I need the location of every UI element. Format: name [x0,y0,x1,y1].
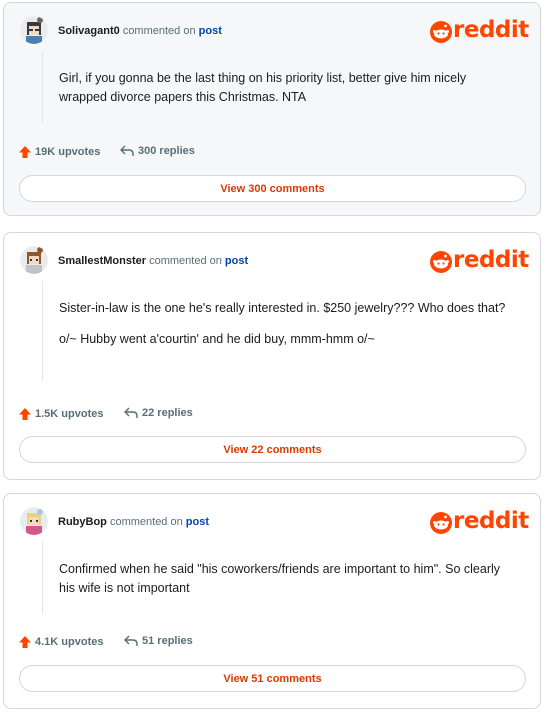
reddit-wordmark: reddit [453,17,529,43]
comment-text: o/~ Hubby went a'courtin' and he did buy… [59,332,375,346]
thread-line [42,281,43,381]
avatar[interactable] [20,507,48,535]
comment-actions: 19K upvotes 300 replies [18,145,258,161]
upvote-label: 19K upvotes [35,145,101,158]
post-link[interactable]: post [186,516,209,528]
post-link[interactable]: post [199,25,222,37]
reply-label: 300 replies [138,145,195,157]
reddit-wordmark: reddit [453,247,529,273]
upvote-count[interactable]: 4.1K upvotes [18,635,103,649]
upvote-arrow-icon [19,408,31,420]
reddit-logo[interactable]: reddit [430,17,529,45]
comment-header: RubyBop commented on post reddit [20,507,529,541]
username[interactable]: SmallestMonster [58,255,146,267]
comment-byline: RubyBop commented on post [58,516,209,529]
byline-verb: commented on [149,255,222,267]
byline-verb: commented on [122,25,196,37]
reply-label: 51 replies [142,635,193,647]
reddit-logo[interactable]: reddit [430,508,529,536]
upvote-arrow-icon [19,146,31,158]
reddit-snoo-icon [430,251,452,273]
comment-body: Girl, if you gonna be the last thing on … [59,69,512,119]
avatar[interactable] [20,246,48,274]
reply-arrow-icon [120,145,134,157]
upvote-arrow-icon [19,636,31,648]
view-comments-button[interactable]: View 51 comments [19,665,526,692]
comment-card: SmallestMonster commented on post reddit… [3,232,541,480]
comment-byline: Solivagant0 commented on post [58,25,222,38]
comment-actions: 4.1K upvotes 51 replies [18,635,258,651]
thread-line [42,51,43,123]
view-comments-button[interactable]: View 22 comments [19,436,526,463]
comment-byline: SmallestMonster commented on post [58,255,248,268]
reddit-snoo-icon [430,512,452,534]
reply-count[interactable]: 51 replies [124,635,193,647]
reddit-logo[interactable]: reddit [430,247,529,275]
byline-verb: commented on [109,516,183,528]
comment-text: Confirmed when he said "his coworkers/fr… [59,562,501,595]
username[interactable]: RubyBop [58,516,107,528]
comment-header: SmallestMonster commented on post reddit [20,246,529,280]
reply-count[interactable]: 300 replies [120,145,195,157]
upvote-count[interactable]: 1.5K upvotes [18,407,103,421]
reply-label: 22 replies [142,407,193,419]
username[interactable]: Solivagant0 [58,25,120,37]
reddit-wordmark: reddit [453,508,529,534]
view-comments-button[interactable]: View 300 comments [19,175,526,202]
comment-header: Solivagant0 commented on post reddit [20,16,529,50]
upvote-count[interactable]: 19K upvotes [18,145,100,159]
comment-text: Girl, if you gonna be the last thing on … [59,71,467,104]
reply-count[interactable]: 22 replies [124,407,193,419]
reply-arrow-icon [124,635,138,647]
comment-card: Solivagant0 commented on post reddit Gir… [3,2,541,216]
comment-body: Confirmed when he said "his coworkers/fr… [59,560,512,610]
thread-line [42,542,43,614]
comment-body: Sister-in-law is the one he's really int… [59,299,512,361]
avatar[interactable] [20,16,48,44]
reddit-snoo-icon [430,21,452,43]
comment-card: RubyBop commented on post reddit Confirm… [3,493,541,709]
upvote-label: 1.5K upvotes [35,407,104,420]
upvote-label: 4.1K upvotes [35,635,104,648]
comment-actions: 1.5K upvotes 22 replies [18,407,258,423]
post-link[interactable]: post [225,255,248,267]
reply-arrow-icon [124,407,138,419]
comment-text: Sister-in-law is the one he's really int… [59,301,506,315]
